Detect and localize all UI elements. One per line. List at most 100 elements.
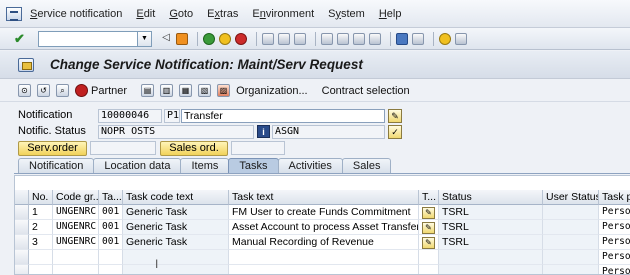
last-page-icon[interactable] — [369, 32, 381, 45]
cell-task-text[interactable] — [229, 265, 419, 274]
command-history-dropdown[interactable]: ▼ — [138, 30, 152, 47]
notification-number-field[interactable]: 10000046 — [98, 109, 162, 123]
find-in-document-icon[interactable]: ⌕ — [56, 84, 69, 97]
header-code-group[interactable]: Code gr... — [53, 190, 99, 205]
cell-code-group[interactable] — [53, 250, 99, 265]
menu-system[interactable]: System — [328, 8, 365, 20]
new-session-icon[interactable] — [396, 32, 408, 45]
cell-task[interactable] — [99, 265, 123, 274]
menu-service-notification[interactable]: Service notification — [30, 8, 122, 20]
cell-task-text[interactable]: FM User to create Funds Commitment — [229, 205, 419, 220]
row-selector[interactable] — [15, 250, 29, 265]
next-page-icon[interactable] — [353, 32, 365, 45]
display-change-icon[interactable]: ⊙ — [18, 84, 31, 97]
cell-code-group[interactable] — [53, 265, 99, 274]
status-change-icon[interactable]: ✓ — [388, 125, 402, 139]
cell-task[interactable]: 001 — [99, 220, 123, 235]
cell-long-text[interactable]: ✎ — [419, 220, 439, 235]
header-user-status[interactable]: User Status — [543, 190, 599, 205]
transport-icon[interactable]: ▧ — [198, 84, 212, 97]
document-icon[interactable]: ▤ — [141, 84, 155, 97]
long-text-edit-icon[interactable]: ✎ — [422, 222, 435, 234]
header-status[interactable]: Status — [439, 190, 543, 205]
window-menu-icon[interactable] — [6, 6, 22, 21]
cell-task-processor[interactable]: Person — [599, 205, 630, 220]
copy-document-icon[interactable]: ▥ — [160, 84, 174, 97]
cell-long-text[interactable]: ✎ — [419, 205, 439, 220]
cancel-icon[interactable] — [235, 32, 247, 45]
row-selector[interactable] — [15, 205, 29, 220]
cell-long-text[interactable] — [419, 250, 439, 265]
previous-page-icon[interactable] — [337, 32, 349, 45]
tab-sales[interactable]: Sales — [341, 158, 392, 173]
collapse-arrow-icon[interactable]: ◁ — [160, 32, 172, 45]
action-log-icon[interactable]: ↺ — [37, 84, 50, 97]
contract-selection-button[interactable]: Contract selection — [322, 85, 410, 97]
long-text-edit-icon[interactable]: ✎ — [422, 207, 435, 219]
status-info-icon[interactable]: i — [257, 125, 270, 138]
cell-task-processor[interactable]: Person — [599, 235, 630, 250]
save-icon[interactable] — [176, 32, 188, 45]
table-row[interactable]: 1 UNGENRC 001 Generic Task FM User to cr… — [15, 205, 630, 220]
cell-task-text[interactable]: Manual Recording of Revenue — [229, 235, 419, 250]
organization-button[interactable]: Organization... — [236, 85, 308, 97]
partner-button[interactable]: Partner — [75, 84, 127, 97]
cell-task[interactable] — [99, 250, 123, 265]
header-task-text[interactable]: Task text — [229, 190, 419, 205]
menu-goto[interactable]: Goto — [169, 8, 193, 20]
cell-task[interactable]: 001 — [99, 205, 123, 220]
cell-task-processor[interactable]: Person — [599, 265, 630, 274]
serv-order-button[interactable]: Serv.order — [18, 141, 87, 156]
cell-code-group[interactable]: UNGENRC — [53, 220, 99, 235]
delivery-icon[interactable]: ▨ — [217, 84, 231, 97]
menu-help[interactable]: Help — [379, 8, 402, 20]
transaction-icon[interactable] — [18, 57, 34, 72]
row-selector[interactable] — [15, 265, 29, 274]
notification-type-field[interactable]: P1 — [164, 109, 180, 123]
header-long-text[interactable]: T... — [419, 190, 439, 205]
header-task-processor[interactable]: Task pro — [599, 190, 630, 205]
tab-notification[interactable]: Notification — [18, 158, 95, 173]
header-task-code-text[interactable]: Task code text — [123, 190, 229, 205]
table-row[interactable]: 2 UNGENRC 001 Generic Task Asset Account… — [15, 220, 630, 235]
menu-environment[interactable]: Environment — [252, 8, 314, 20]
first-page-icon[interactable] — [321, 32, 333, 45]
cell-task-processor[interactable]: Person — [599, 250, 630, 265]
back-icon[interactable] — [203, 32, 215, 45]
menu-extras[interactable]: Extras — [207, 8, 238, 20]
enter-icon[interactable]: ✔ — [14, 31, 30, 47]
tab-tasks[interactable]: Tasks — [228, 158, 279, 173]
cell-task[interactable]: 001 — [99, 235, 123, 250]
row-selector[interactable] — [15, 235, 29, 250]
cell-long-text[interactable] — [419, 265, 439, 274]
select-all-header[interactable] — [15, 190, 29, 205]
find-next-icon[interactable] — [294, 32, 306, 45]
tab-items[interactable]: Items — [180, 158, 230, 173]
help-icon[interactable] — [439, 32, 451, 45]
find-icon[interactable] — [278, 32, 290, 45]
header-no[interactable]: No. — [29, 190, 53, 205]
sales-order-button[interactable]: Sales ord. — [160, 141, 228, 156]
print-document-icon[interactable]: ▦ — [179, 84, 193, 97]
long-text-icon[interactable]: ✎ — [388, 109, 402, 123]
cell-task-text[interactable] — [229, 250, 419, 265]
menu-edit[interactable]: Edit — [136, 8, 155, 20]
notification-description-field[interactable]: Transfer — [181, 109, 385, 123]
cell-task-processor[interactable]: Person — [599, 220, 630, 235]
table-row[interactable]: Person — [15, 265, 630, 274]
print-icon[interactable] — [262, 32, 274, 45]
exit-icon[interactable] — [219, 32, 231, 45]
cell-code-group[interactable]: UNGENRC — [53, 235, 99, 250]
cell-long-text[interactable]: ✎ — [419, 235, 439, 250]
table-row[interactable]: 3 UNGENRC 001 Generic Task Manual Record… — [15, 235, 630, 250]
shortcut-icon[interactable] — [412, 32, 424, 45]
long-text-edit-icon[interactable]: ✎ — [422, 237, 435, 249]
tab-activities[interactable]: Activities — [277, 158, 343, 173]
command-field[interactable] — [38, 30, 138, 47]
layout-menu-icon[interactable] — [455, 32, 467, 45]
tab-location-data[interactable]: Location data — [93, 158, 182, 173]
cell-task-text[interactable]: Asset Account to process Asset Transfer — [229, 220, 419, 235]
row-selector[interactable] — [15, 220, 29, 235]
header-task[interactable]: Ta... — [99, 190, 123, 205]
table-row[interactable]: Person — [15, 250, 630, 265]
